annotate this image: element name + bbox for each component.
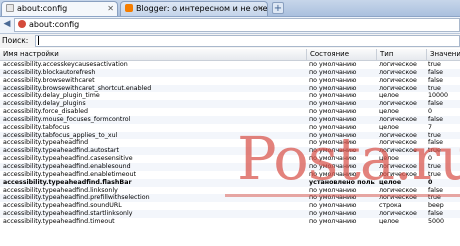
pref-value: false [428,76,443,84]
pref-name: accessibility.typeaheadfind.startlinkson… [3,210,133,218]
column-header-value[interactable]: Значение [426,49,460,60]
table-row[interactable]: accessibility.force_disabled по умолчанию… [0,108,460,116]
url-text: about:config [29,20,80,29]
pref-value: beep [428,202,444,210]
tab-title: Blogger: о интересном и не очень - ... [136,4,268,13]
navigation-bar: ◀ about:config [0,17,460,34]
pref-value: true [428,61,441,68]
table-row[interactable]: accessibility.typeaheadfind.startlinkson… [0,210,460,218]
pref-type: логическое [379,84,417,92]
pref-value: true [428,84,441,92]
text-cursor [38,36,39,45]
table-header: Имя настройки Состояние Тип Значение [0,49,460,61]
close-icon[interactable]: ✕ [107,2,114,15]
pref-type: целое [379,92,399,100]
pref-value: 5000 [428,217,445,225]
pref-status: по умолчанию [309,100,357,108]
pref-status: по умолчанию [309,76,357,84]
table-row[interactable]: accessibility.typeaheadfind.timeout по ум… [0,218,460,226]
table-row[interactable]: accessibility.delay_plugin_time по умолча… [0,92,460,100]
pref-status: по умолчанию [309,108,357,116]
filter-bar: Поиск: [0,34,460,48]
pref-value: 0 [428,108,433,116]
pref-name: accessibility.typeaheadfind.soundURL [3,202,122,210]
column-header-type[interactable]: Тип [376,49,426,60]
pref-name: accessibility.mouse_focuses_formcontrol [3,115,131,123]
pref-name: accessibility.accesskeycausesactivation [3,61,128,68]
page-icon [6,4,14,12]
pref-name: accessibility.typeaheadfind.timeout [3,217,115,225]
pref-status: по умолчанию [309,115,357,123]
tab-title: about:config [17,4,68,13]
watermark-underline [225,194,460,197]
tab-blogger[interactable]: Blogger: о интересном и не очень - ... ✕ [120,1,268,16]
pref-status: по умолчанию [309,84,357,92]
pref-type: целое [379,108,399,116]
pref-type: логическое [379,68,417,76]
pref-status: по умолчанию [309,202,357,210]
new-tab-button[interactable]: + [272,2,284,14]
pref-value: false [428,100,443,108]
table-row[interactable]: accessibility.mouse_focuses_formcontrol п… [0,115,460,124]
table-row[interactable]: accessibility.typeaheadfind.soundURL по у… [0,202,460,210]
column-header-status[interactable]: Состояние [306,49,376,60]
filter-input[interactable] [35,35,460,47]
pref-status: по умолчанию [309,217,357,225]
pref-type: логическое [379,61,417,68]
pref-type: логическое [379,76,417,84]
pref-type: целое [379,217,399,225]
watermark-logo: Posta.ru [237,124,460,193]
pref-name: accessibility.browsewithcaret [3,76,95,84]
back-arrow-icon[interactable]: ◀ [2,18,12,31]
pref-value: false [428,68,443,76]
pref-status: по умолчанию [309,92,357,100]
pref-type: логическое [379,100,417,108]
tab-strip: about:config ✕ Blogger: о интересном и н… [0,0,460,17]
blogger-icon [125,4,133,12]
column-header-name[interactable]: Имя настройки [0,49,306,60]
pref-value: false [428,210,443,218]
pref-status: по умолчанию [309,68,357,76]
pref-status: по умолчанию [309,210,357,218]
pref-type: логическое [379,115,417,123]
pref-value: false [428,115,443,123]
table-row[interactable]: accessibility.browsewithcaret_shortcut.e… [0,84,460,93]
table-row[interactable]: accessibility.browsewithcaret по умолчани… [0,77,460,85]
pref-name: accessibility.blockautorefresh [3,68,96,76]
table-row[interactable]: accessibility.accesskeycausesactivation п… [0,61,460,69]
tab-about-config[interactable]: about:config ✕ [1,1,118,16]
pref-name: accessibility.force_disabled [3,108,89,116]
pref-type: логическое [379,210,417,218]
close-icon[interactable]: ✕ [257,2,264,15]
pref-name: accessibility.delay_plugins [3,100,86,108]
table-row[interactable]: accessibility.delay_plugins по умолчанию л… [0,100,460,109]
filter-label: Поиск: [2,36,29,45]
pref-status: по умолчанию [309,61,357,68]
table-row[interactable]: accessibility.blockautorefresh по умолчан… [0,68,460,77]
pref-value: 10000 [428,92,449,100]
firefox-icon [18,20,26,28]
address-bar[interactable]: about:config [14,18,460,32]
pref-type: строка [379,202,402,210]
pref-name: accessibility.delay_plugin_time [3,92,100,100]
pref-name: accessibility.browsewithcaret_shortcut.e… [3,84,152,92]
